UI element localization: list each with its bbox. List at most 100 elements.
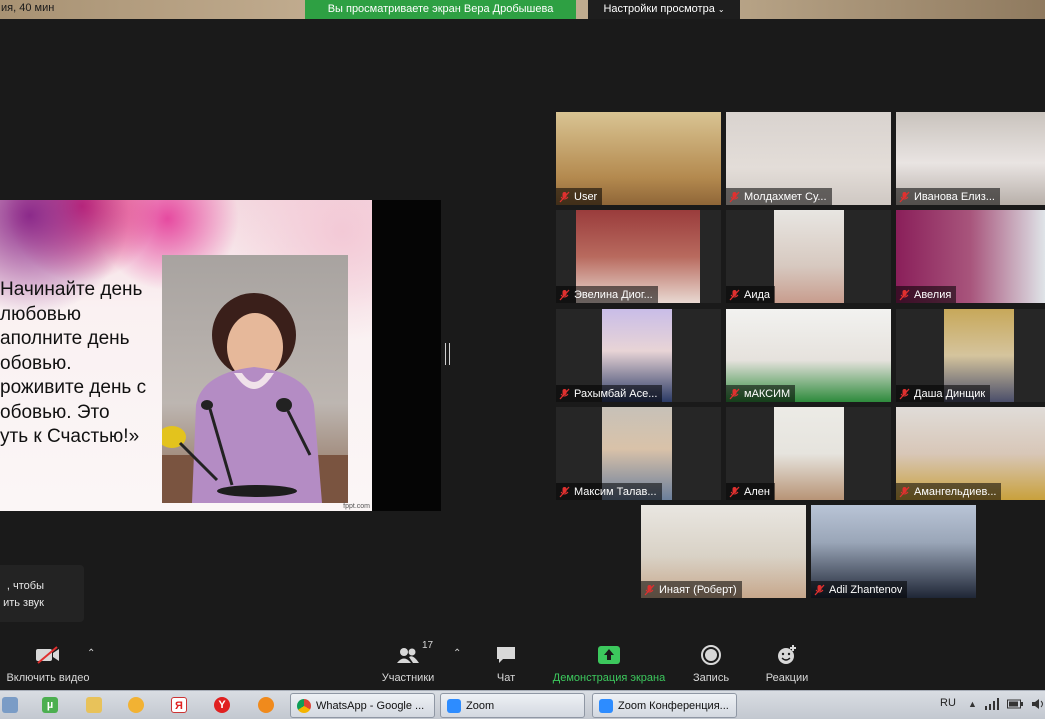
mic-muted-icon xyxy=(729,289,740,300)
participant-name: User xyxy=(574,190,598,203)
mic-muted-icon xyxy=(899,486,910,497)
participant-name: Ален xyxy=(744,485,770,498)
participant-tile[interactable]: Молдахмет Су... xyxy=(726,112,891,205)
mic-muted-icon xyxy=(899,191,910,202)
participant-name: Даша Динщик xyxy=(914,387,986,400)
chat-button[interactable]: Чат xyxy=(486,644,526,684)
share-screen-label: Демонстрация экрана xyxy=(552,672,666,684)
taskbar-task[interactable]: Zoom xyxy=(440,693,585,718)
mic-muted-icon xyxy=(814,584,825,595)
slide-credit: fppt.com xyxy=(343,503,370,510)
reactions-icon xyxy=(778,645,796,664)
mic-muted-icon xyxy=(729,191,740,202)
participant-name: Аида xyxy=(744,288,771,301)
participant-name: Иванова Елиз... xyxy=(914,190,995,203)
mic-muted-icon xyxy=(899,289,910,300)
taskbar-task-label: Zoom Конференция... xyxy=(618,699,729,712)
taskbar-task-label: Zoom xyxy=(466,699,495,712)
utorrent-icon[interactable]: µ xyxy=(42,697,58,713)
participant-name: Инаят (Роберт) xyxy=(659,583,737,596)
volume-icon[interactable] xyxy=(1031,698,1045,710)
meeting-toolbar: Включить видео ⌃ 17 Участники ⌃ Чат Демо… xyxy=(0,636,1045,690)
view-options-label: Настройки просмотра xyxy=(603,3,715,15)
chat-icon xyxy=(497,647,515,663)
computer-icon[interactable] xyxy=(2,697,18,713)
participant-tile[interactable]: Иванова Елиз... xyxy=(896,112,1045,205)
participant-name: Молдахмет Су... xyxy=(744,190,827,203)
participant-tile[interactable]: Амангельдиев... xyxy=(896,407,1045,500)
participant-tile[interactable]: Даша Динщик xyxy=(896,309,1045,402)
unmute-hint-popup: , чтобы ить звук xyxy=(0,565,84,622)
taskbar-task-label: WhatsApp - Google ... xyxy=(316,699,425,712)
mic-muted-icon xyxy=(559,486,570,497)
meeting-duration: ия, 40 мин xyxy=(1,2,55,14)
video-options-caret-icon[interactable]: ⌃ xyxy=(87,648,95,659)
video-off-icon xyxy=(36,646,59,664)
start-video-label: Включить видео xyxy=(6,672,90,684)
record-button[interactable]: Запись xyxy=(689,644,733,684)
participant-name: Эвелина Диог... xyxy=(574,288,653,301)
participant-video xyxy=(774,407,844,500)
mic-muted-icon xyxy=(559,191,570,202)
participant-name: Амангельдиев... xyxy=(914,485,997,498)
participant-tile[interactable]: Инаят (Роберт) xyxy=(641,505,806,598)
participant-tile[interactable]: Авелия xyxy=(896,210,1045,303)
participant-tile[interactable]: Adil Zhantenov xyxy=(811,505,976,598)
participants-icon xyxy=(397,648,419,663)
participant-tile[interactable]: Рахымбай Асе... xyxy=(556,309,721,402)
participant-name: Максим Талав... xyxy=(574,485,657,498)
chrome-icon xyxy=(297,698,311,713)
taskbar-task[interactable]: Zoom Конференция... xyxy=(592,693,737,718)
unmute-hint-line2: ить звук xyxy=(3,597,44,609)
participant-name: Adil Zhantenov xyxy=(829,583,903,596)
participant-tile[interactable]: Максим Талав... xyxy=(556,407,721,500)
participant-tile[interactable]: Ален xyxy=(726,407,891,500)
screen-share-banner: Вы просматриваете экран Вера Дробышева xyxy=(305,0,576,19)
app-icon[interactable] xyxy=(128,697,144,713)
participant-name: Рахымбай Асе... xyxy=(574,387,658,400)
battery-icon[interactable] xyxy=(1006,699,1023,709)
shared-screen-slide: Начинайте день любовью аполните день обо… xyxy=(0,200,372,511)
participant-tile[interactable]: User xyxy=(556,112,721,205)
participant-tile[interactable]: Эвелина Диог... xyxy=(556,210,721,303)
windows-taskbar: µ Я Y WhatsApp - Google ... Zoom Zoom Ко… xyxy=(0,690,1045,719)
participants-button[interactable]: 17 Участники xyxy=(378,640,438,684)
chevron-down-icon: ⌄ xyxy=(717,5,725,14)
signal-icon[interactable] xyxy=(984,698,999,710)
language-indicator[interactable]: RU xyxy=(940,697,956,709)
participant-tile[interactable]: Аида xyxy=(726,210,891,303)
folder-icon[interactable] xyxy=(86,697,102,713)
mic-muted-icon xyxy=(644,584,655,595)
start-video-button[interactable]: Включить видео xyxy=(4,644,92,684)
slide-photo xyxy=(162,255,348,503)
system-tray: ▲ xyxy=(968,698,1045,710)
participants-count: 17 xyxy=(422,640,434,651)
mic-muted-icon xyxy=(729,388,740,399)
record-icon xyxy=(701,645,721,665)
yandex-browser-icon[interactable]: Я xyxy=(171,697,187,713)
zoom-icon xyxy=(599,698,613,713)
participants-options-caret-icon[interactable]: ⌃ xyxy=(453,648,461,659)
firefox-icon[interactable] xyxy=(258,697,274,713)
participants-label: Участники xyxy=(381,672,435,684)
shared-screen-edge xyxy=(372,200,441,511)
tray-expand-icon[interactable]: ▲ xyxy=(968,699,977,709)
share-screen-icon xyxy=(598,646,620,664)
participant-name: Авелия xyxy=(914,288,952,301)
view-options-button[interactable]: Настройки просмотра ⌄ xyxy=(588,0,740,19)
reactions-label: Реакции xyxy=(765,672,809,684)
share-screen-button[interactable]: Демонстрация экрана xyxy=(548,644,670,684)
participant-tile[interactable]: мАКСИМ xyxy=(726,309,891,402)
mic-muted-icon xyxy=(559,388,570,399)
mic-muted-icon xyxy=(899,388,910,399)
participant-video xyxy=(774,210,844,303)
taskbar-task[interactable]: WhatsApp - Google ... xyxy=(290,693,435,718)
zoom-window: ия, 40 мин Вы просматриваете экран Вера … xyxy=(0,0,1045,719)
splitter-handle[interactable] xyxy=(445,343,450,365)
top-bar: ия, 40 мин Вы просматриваете экран Вера … xyxy=(0,0,1045,19)
yandex-icon[interactable]: Y xyxy=(214,697,230,713)
reactions-button[interactable]: Реакции xyxy=(760,644,814,684)
slide-quote-text: Начинайте день любовью аполните день обо… xyxy=(0,279,147,447)
unmute-hint-line1: , чтобы xyxy=(6,580,44,592)
participant-name: мАКСИМ xyxy=(744,387,791,400)
